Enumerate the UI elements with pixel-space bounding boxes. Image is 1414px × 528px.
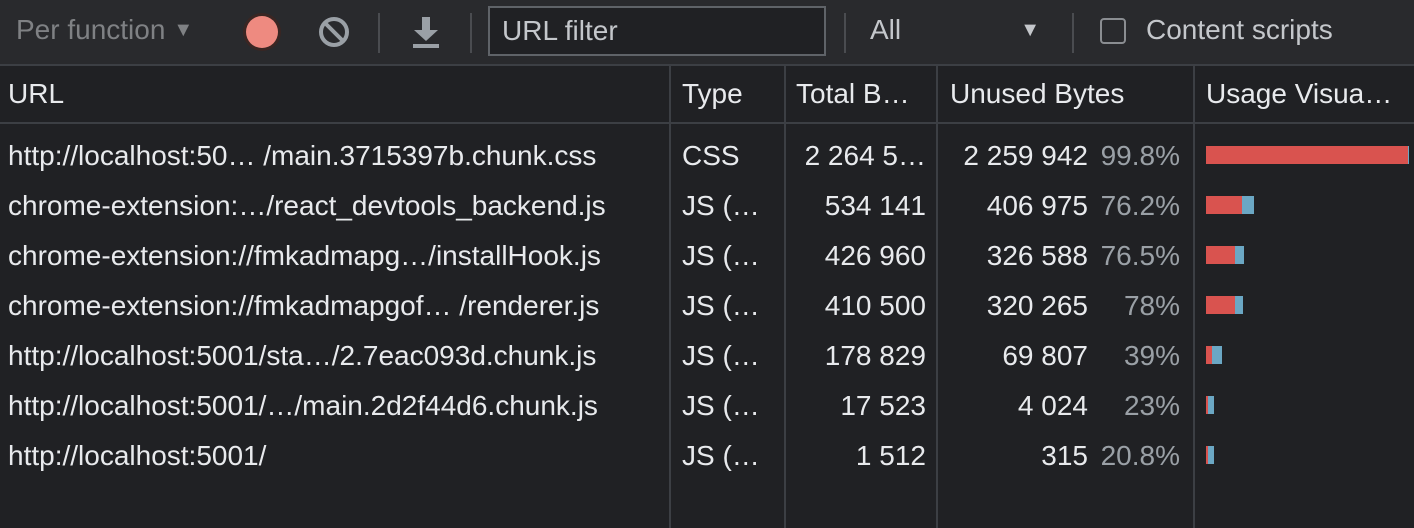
coverage-mode-label: Per function	[16, 14, 166, 45]
cell-unused-percent: 76.2%	[1100, 190, 1180, 221]
unused-segment	[1206, 296, 1235, 314]
coverage-table: URL Type Total B… Unused Bytes Usage Vis…	[0, 66, 1414, 528]
used-segment	[1235, 246, 1245, 264]
cell-url: chrome-extension://fmkadmapg…/installHoo…	[8, 240, 601, 271]
cell-unused-percent: 78%	[1123, 290, 1180, 321]
used-segment	[1207, 446, 1214, 464]
usage-bar	[1206, 146, 1408, 164]
cell-total-bytes: 178 829	[824, 340, 926, 371]
usage-bar	[1206, 246, 1245, 264]
clear-icon[interactable]	[316, 14, 352, 50]
toolbar-divider	[844, 13, 846, 53]
cell-unused-bytes: 406 975	[986, 190, 1088, 221]
cell-url: http://localhost:5001/	[8, 440, 267, 471]
chevron-down-icon: ▼	[173, 18, 194, 41]
usage-bar	[1206, 196, 1254, 214]
unused-segment	[1206, 146, 1408, 164]
used-segment	[1207, 396, 1214, 414]
cell-unused-percent: 99.8%	[1100, 140, 1180, 171]
coverage-mode-select[interactable]: Per function ▼	[16, 14, 193, 46]
table-header: URL Type Total B… Unused Bytes Usage Vis…	[0, 66, 1414, 124]
cell-unused-bytes: 320 265	[986, 290, 1088, 321]
record-button[interactable]	[246, 16, 278, 48]
cell-unused-bytes: 69 807	[1002, 340, 1088, 371]
toolbar-divider	[1072, 13, 1074, 53]
table-row[interactable]: chrome-extension://fmkadmapgof… /rendere…	[0, 280, 1414, 330]
cell-url: http://localhost:5001/…/main.2d2f44d6.ch…	[8, 390, 598, 421]
cell-unused-percent: 23%	[1123, 390, 1180, 421]
cell-unused-bytes: 315	[1041, 440, 1088, 471]
used-segment	[1212, 346, 1222, 364]
usage-bar	[1206, 446, 1214, 464]
toolbar-divider	[378, 13, 380, 53]
cell-type: JS (…	[682, 440, 760, 471]
table-row[interactable]: http://localhost:5001/JS (… 1 512 315 20.8%	[0, 430, 1414, 480]
type-filter-select[interactable]: All ▼	[870, 14, 1040, 46]
cell-type: JS (…	[682, 340, 760, 371]
cell-total-bytes: 426 960	[824, 240, 926, 271]
column-header-url[interactable]: URL	[8, 78, 658, 110]
cell-url: http://localhost:5001/sta…/2.7eac093d.ch…	[8, 340, 597, 371]
table-row[interactable]: http://localhost:5001/sta…/2.7eac093d.ch…	[0, 330, 1414, 380]
content-scripts-label[interactable]: Content scripts	[1146, 14, 1333, 46]
cell-unused-bytes: 4 024	[1017, 390, 1088, 421]
cell-total-bytes: 1 512	[855, 440, 926, 471]
cell-total-bytes: 534 141	[824, 190, 926, 221]
column-header-unused-bytes[interactable]: Unused Bytes	[950, 78, 1186, 110]
url-filter-input[interactable]	[488, 6, 826, 56]
table-row[interactable]: http://localhost:50… /main.3715397b.chun…	[0, 130, 1414, 180]
cell-unused-bytes: 326 588	[986, 240, 1088, 271]
type-filter-value: All	[870, 14, 902, 45]
cell-type: JS (…	[682, 290, 760, 321]
cell-unused-percent: 20.8%	[1100, 440, 1180, 471]
table-row[interactable]: http://localhost:5001/…/main.2d2f44d6.ch…	[0, 380, 1414, 430]
column-header-type[interactable]: Type	[682, 78, 778, 110]
cell-total-bytes: 2 264 5…	[804, 140, 926, 171]
cell-unused-percent: 39%	[1123, 340, 1180, 371]
unused-segment	[1206, 246, 1236, 264]
download-icon[interactable]	[410, 14, 442, 50]
column-header-total-bytes[interactable]: Total B…	[796, 78, 928, 110]
coverage-toolbar: Per function ▼ All ▼ Content scripts	[0, 0, 1414, 66]
toolbar-divider	[470, 13, 472, 53]
table-row[interactable]: chrome-extension://fmkadmapg…/installHoo…	[0, 230, 1414, 280]
cell-type: CSS	[682, 140, 740, 171]
cell-type: JS (…	[682, 240, 760, 271]
cell-type: JS (…	[682, 390, 760, 421]
used-segment	[1234, 296, 1243, 314]
cell-type: JS (…	[682, 190, 760, 221]
cell-total-bytes: 410 500	[824, 290, 926, 321]
cell-total-bytes: 17 523	[840, 390, 926, 421]
cell-url: chrome-extension:…/react_devtools_backen…	[8, 190, 606, 221]
chevron-down-icon: ▼	[1020, 18, 1040, 41]
column-header-usage-visualization[interactable]: Usage Visua…	[1206, 78, 1410, 110]
table-row[interactable]: chrome-extension:…/react_devtools_backen…	[0, 180, 1414, 230]
usage-bar	[1206, 396, 1214, 414]
usage-bar	[1206, 346, 1222, 364]
cell-url: chrome-extension://fmkadmapgof… /rendere…	[8, 290, 600, 321]
used-segment	[1242, 196, 1254, 214]
cell-unused-bytes: 2 259 942	[963, 140, 1088, 171]
unused-segment	[1206, 196, 1243, 214]
content-scripts-checkbox[interactable]	[1100, 18, 1126, 44]
cell-url: http://localhost:50… /main.3715397b.chun…	[8, 140, 597, 171]
cell-unused-percent: 76.5%	[1100, 240, 1180, 271]
usage-bar	[1206, 296, 1243, 314]
